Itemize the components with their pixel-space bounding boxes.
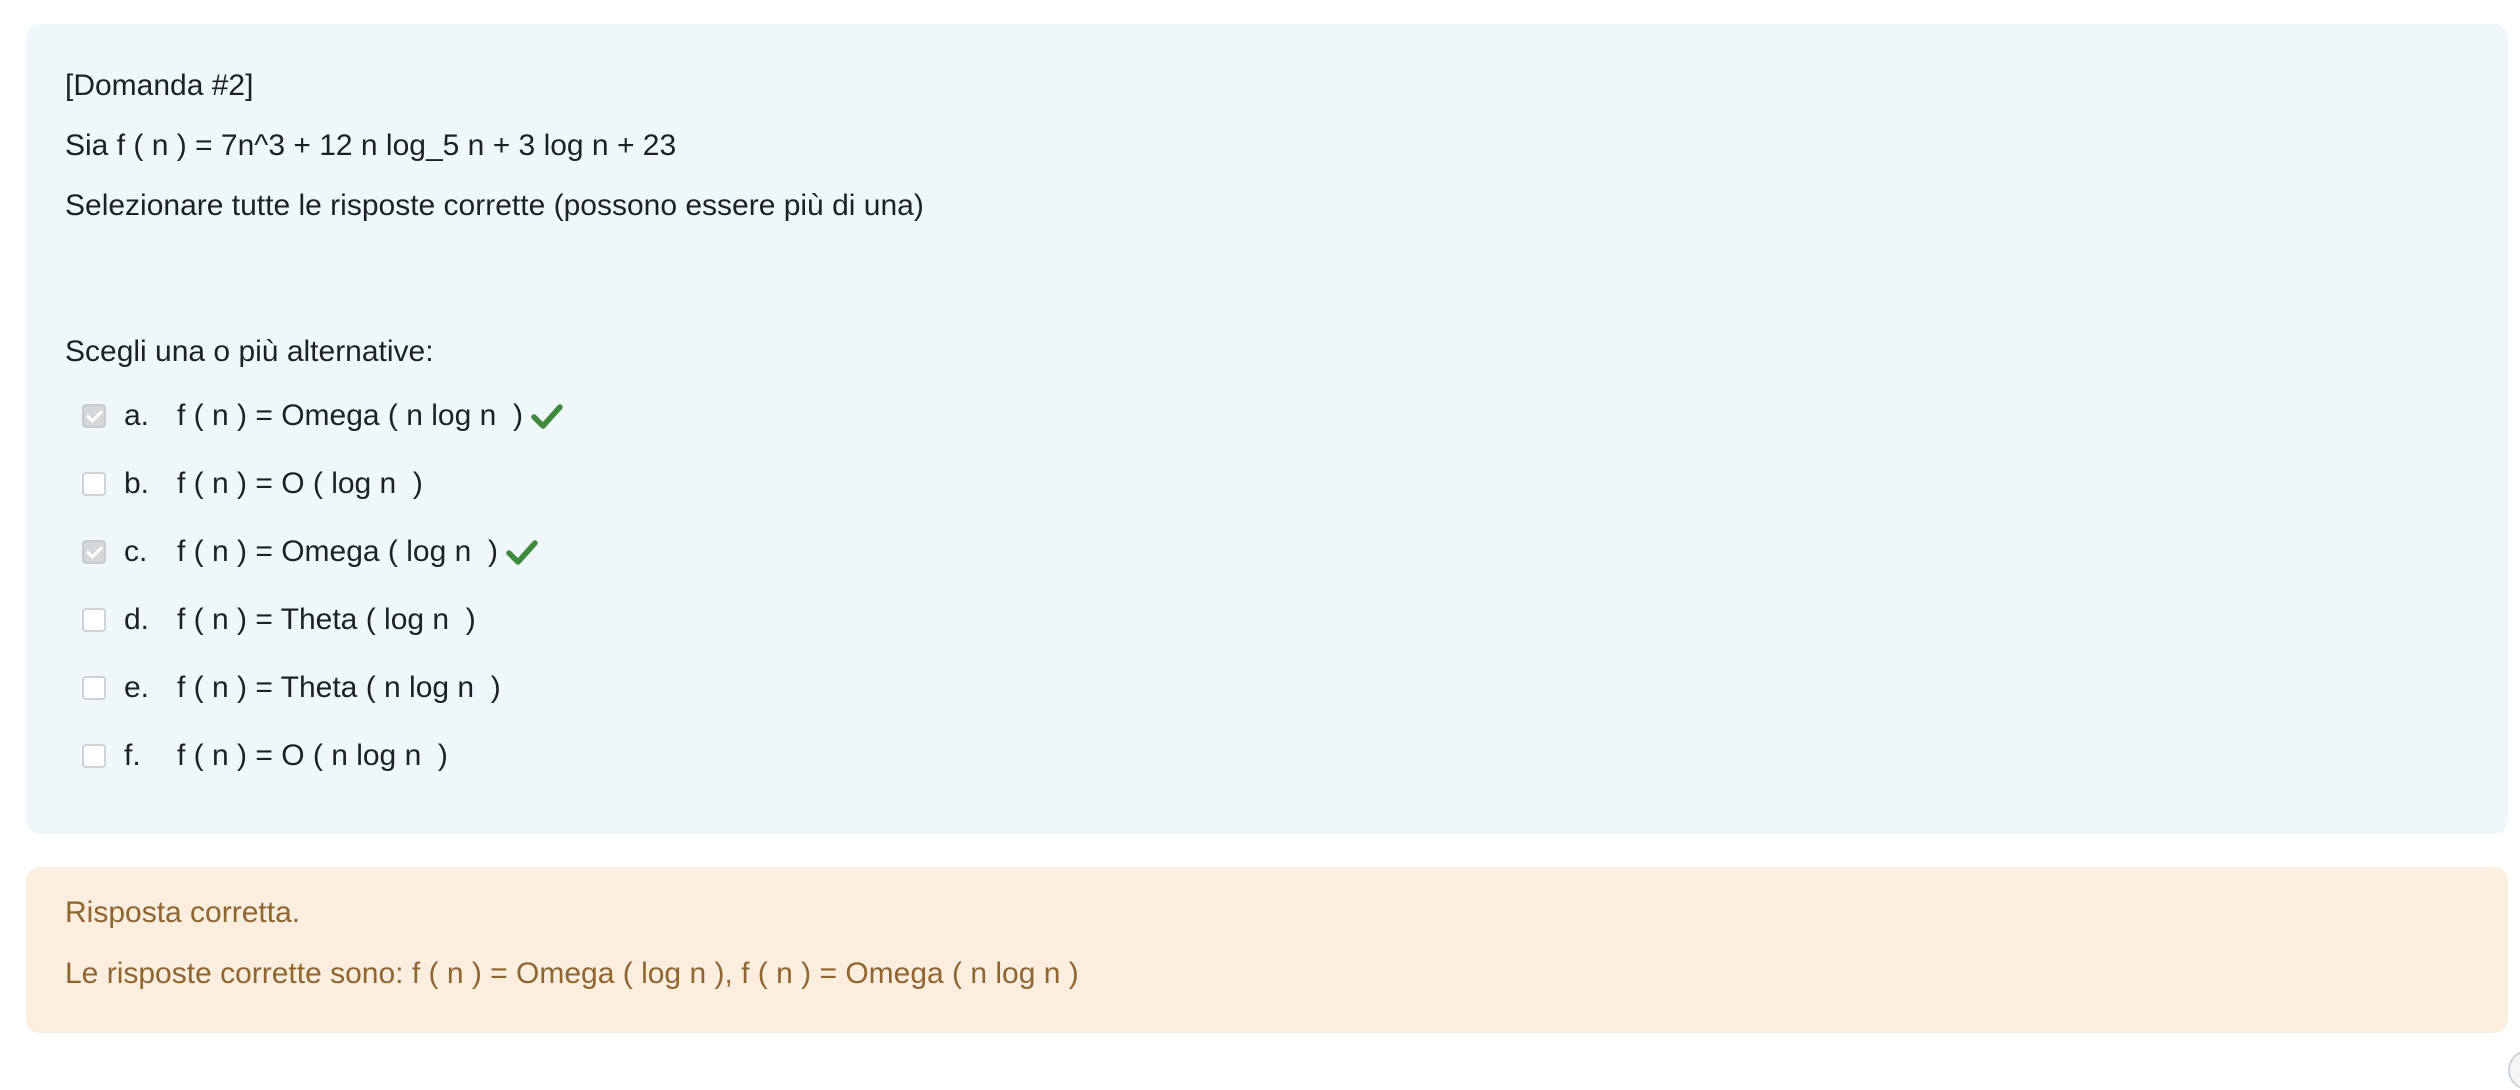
question-formulation: [Domanda #2] Sia f ( n ) = 7n^3 + 12 n l… (26, 24, 2508, 834)
option-text[interactable]: f ( n ) = Theta ( n log n ) (177, 670, 501, 706)
feedback-correct-answers: Le risposte corrette sono: f ( n ) = Ome… (65, 957, 1079, 990)
check-icon (506, 540, 538, 565)
check-icon (531, 404, 563, 429)
answer-options: a. f ( n ) = Omega ( n log n ) b. f ( n … (65, 398, 2508, 806)
feedback-status: Risposta corretta. (65, 896, 301, 929)
question-instruction: Selezionare tutte le risposte corrette (… (65, 189, 924, 222)
scroll-to-top-button[interactable] (2508, 1050, 2520, 1090)
answer-checkbox-a[interactable] (82, 404, 106, 428)
answer-checkbox-d[interactable] (82, 608, 106, 632)
answer-prompt: Scegli una o più alternative: (65, 335, 434, 368)
option-letter: f. (124, 739, 141, 772)
feedback-panel: Risposta corretta. Le risposte corrette … (26, 867, 2508, 1033)
option-text[interactable]: f ( n ) = Theta ( log n ) (177, 602, 476, 638)
option-text[interactable]: f ( n ) = Omega ( log n ) (177, 534, 498, 570)
answer-option-d[interactable]: d. f ( n ) = Theta ( log n ) (65, 602, 2508, 670)
answer-option-c[interactable]: c. f ( n ) = Omega ( log n ) (65, 534, 2508, 602)
option-letter: a. (124, 399, 150, 432)
question-text: [Domanda #2] Sia f ( n ) = 7n^3 + 12 n l… (65, 66, 2508, 246)
answer-option-a[interactable]: a. f ( n ) = Omega ( n log n ) (65, 398, 2508, 466)
option-text[interactable]: f ( n ) = Omega ( n log n ) (177, 398, 523, 434)
option-letter: b. (124, 467, 150, 500)
option-letter: c. (124, 535, 148, 568)
answer-checkbox-e[interactable] (82, 676, 106, 700)
answer-option-b[interactable]: b. f ( n ) = O ( log n ) (65, 466, 2508, 534)
answer-checkbox-c[interactable] (82, 540, 106, 564)
option-letter: e. (124, 671, 150, 704)
answer-checkbox-f[interactable] (82, 744, 106, 768)
answer-option-f[interactable]: f. f ( n ) = O ( n log n ) (65, 738, 2508, 806)
option-letter: d. (124, 603, 150, 636)
option-text[interactable]: f ( n ) = O ( n log n ) (177, 738, 448, 774)
question-number: [Domanda #2] (65, 69, 254, 102)
answer-checkbox-b[interactable] (82, 472, 106, 496)
answer-option-e[interactable]: e. f ( n ) = Theta ( n log n ) (65, 670, 2508, 738)
question-statement: Sia f ( n ) = 7n^3 + 12 n log_5 n + 3 lo… (65, 129, 677, 162)
option-text[interactable]: f ( n ) = O ( log n ) (177, 466, 423, 502)
